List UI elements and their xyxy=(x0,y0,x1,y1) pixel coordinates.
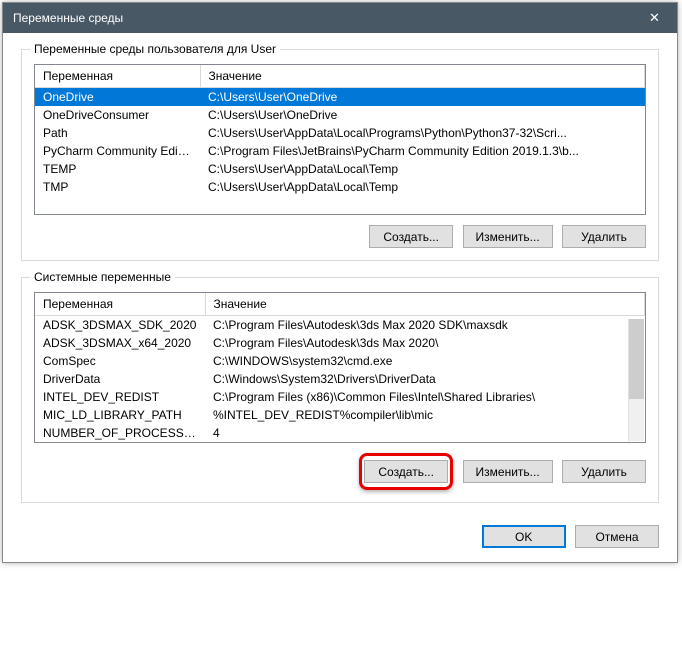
col-header-value[interactable]: Значение xyxy=(200,65,645,88)
table-row[interactable]: MIC_LD_LIBRARY_PATH%INTEL_DEV_REDIST%com… xyxy=(35,406,645,424)
cell-name: ADSK_3DSMAX_SDK_2020 xyxy=(35,316,205,335)
titlebar[interactable]: Переменные среды ✕ xyxy=(3,3,677,33)
cell-name: OneDriveConsumer xyxy=(35,106,200,124)
col-header-name[interactable]: Переменная xyxy=(35,293,205,316)
cell-name: NUMBER_OF_PROCESSORS xyxy=(35,424,205,442)
cell-value: C:\Program Files (x86)\Common Files\Inte… xyxy=(205,388,645,406)
cell-value: C:\WINDOWS\system32\cmd.exe xyxy=(205,352,645,370)
highlight-annotation: Создать... xyxy=(359,453,453,490)
user-create-button[interactable]: Создать... xyxy=(369,225,453,248)
cell-name: TEMP xyxy=(35,160,200,178)
scrollbar[interactable] xyxy=(628,319,644,441)
cell-value: 4 xyxy=(205,424,645,442)
user-vars-buttons: Создать... Изменить... Удалить xyxy=(34,225,646,248)
cell-value: C:\Program Files\Autodesk\3ds Max 2020\ xyxy=(205,334,645,352)
system-edit-button[interactable]: Изменить... xyxy=(463,460,553,483)
user-edit-button[interactable]: Изменить... xyxy=(463,225,553,248)
cell-name: Path xyxy=(35,124,200,142)
table-row[interactable]: OneDriveC:\Users\User\OneDrive xyxy=(35,88,645,107)
cell-name: PyCharm Community Edition xyxy=(35,142,200,160)
cell-name: ComSpec xyxy=(35,352,205,370)
dialog-footer: OK Отмена xyxy=(21,519,659,548)
user-vars-label: Переменные среды пользователя для User xyxy=(30,42,280,56)
system-vars-table[interactable]: Переменная Значение ADSK_3DSMAX_SDK_2020… xyxy=(35,293,645,442)
cell-value: C:\Users\User\AppData\Local\Programs\Pyt… xyxy=(200,124,645,142)
table-row[interactable]: OneDriveConsumerC:\Users\User\OneDrive xyxy=(35,106,645,124)
cell-name: DriverData xyxy=(35,370,205,388)
close-icon: ✕ xyxy=(649,10,660,26)
cell-value: C:\Users\User\OneDrive xyxy=(200,88,645,107)
system-vars-table-wrap: Переменная Значение ADSK_3DSMAX_SDK_2020… xyxy=(34,292,646,443)
table-row[interactable]: PyCharm Community EditionC:\Program File… xyxy=(35,142,645,160)
cell-value: C:\Users\User\AppData\Local\Temp xyxy=(200,160,645,178)
env-vars-dialog: Переменные среды ✕ Переменные среды поль… xyxy=(2,2,678,563)
cell-name: OneDrive xyxy=(35,88,200,107)
cell-value: %INTEL_DEV_REDIST%compiler\lib\mic xyxy=(205,406,645,424)
user-delete-button[interactable]: Удалить xyxy=(562,225,646,248)
table-row[interactable]: TEMPC:\Users\User\AppData\Local\Temp xyxy=(35,160,645,178)
cell-name: INTEL_DEV_REDIST xyxy=(35,388,205,406)
system-delete-button[interactable]: Удалить xyxy=(562,460,646,483)
close-button[interactable]: ✕ xyxy=(632,3,677,33)
user-vars-group: Переменные среды пользователя для User П… xyxy=(21,49,659,261)
cell-value: C:\Program Files\Autodesk\3ds Max 2020 S… xyxy=(205,316,645,335)
ok-button[interactable]: OK xyxy=(482,525,566,548)
table-row[interactable]: ADSK_3DSMAX_x64_2020C:\Program Files\Aut… xyxy=(35,334,645,352)
cell-value: C:\Program Files\JetBrains\PyCharm Commu… xyxy=(200,142,645,160)
table-row[interactable]: NUMBER_OF_PROCESSORS4 xyxy=(35,424,645,442)
system-vars-buttons: Создать... Изменить... Удалить xyxy=(34,453,646,490)
system-vars-group: Системные переменные Переменная Значение… xyxy=(21,277,659,503)
cell-name: MIC_LD_LIBRARY_PATH xyxy=(35,406,205,424)
cell-value: C:\Users\User\AppData\Local\Temp xyxy=(200,178,645,196)
system-vars-label: Системные переменные xyxy=(30,270,175,284)
cell-name: TMP xyxy=(35,178,200,196)
cancel-button[interactable]: Отмена xyxy=(575,525,659,548)
cell-value: C:\Users\User\OneDrive xyxy=(200,106,645,124)
user-vars-table[interactable]: Переменная Значение OneDriveC:\Users\Use… xyxy=(35,65,645,196)
table-row[interactable]: ADSK_3DSMAX_SDK_2020C:\Program Files\Aut… xyxy=(35,316,645,335)
col-header-name[interactable]: Переменная xyxy=(35,65,200,88)
system-create-button[interactable]: Создать... xyxy=(364,460,448,483)
window-title: Переменные среды xyxy=(13,11,123,25)
user-vars-table-wrap: Переменная Значение OneDriveC:\Users\Use… xyxy=(34,64,646,215)
col-header-value[interactable]: Значение xyxy=(205,293,645,316)
table-row[interactable]: ComSpecC:\WINDOWS\system32\cmd.exe xyxy=(35,352,645,370)
cell-name: ADSK_3DSMAX_x64_2020 xyxy=(35,334,205,352)
scroll-thumb[interactable] xyxy=(629,319,644,399)
table-row[interactable]: PathC:\Users\User\AppData\Local\Programs… xyxy=(35,124,645,142)
table-row[interactable]: TMPC:\Users\User\AppData\Local\Temp xyxy=(35,178,645,196)
table-row[interactable]: INTEL_DEV_REDISTC:\Program Files (x86)\C… xyxy=(35,388,645,406)
cell-value: C:\Windows\System32\Drivers\DriverData xyxy=(205,370,645,388)
dialog-content: Переменные среды пользователя для User П… xyxy=(3,33,677,562)
table-row[interactable]: DriverDataC:\Windows\System32\Drivers\Dr… xyxy=(35,370,645,388)
